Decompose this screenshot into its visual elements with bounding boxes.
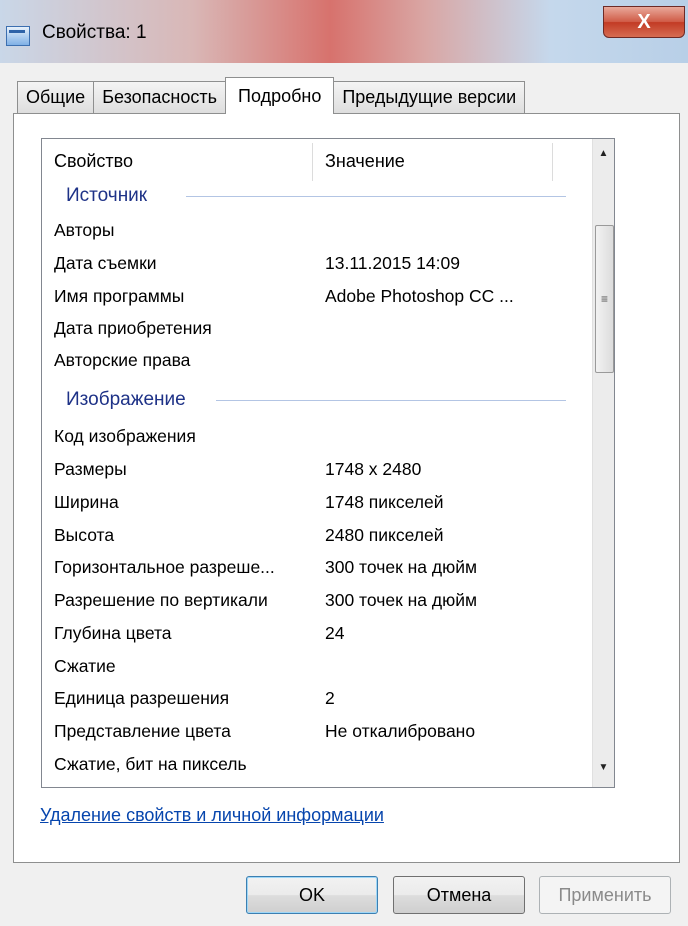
group-separator	[186, 196, 566, 197]
property-name: Высота	[54, 524, 115, 545]
column-header-value[interactable]: Значение	[325, 139, 525, 184]
list-item[interactable]: Авторы	[54, 214, 574, 246]
group-header-image: Изображение	[66, 389, 186, 410]
list-item[interactable]: Глубина цвета 24	[54, 617, 574, 649]
list-item[interactable]: Разрешение по вертикали 300 точек на дюйм	[54, 584, 574, 616]
group-separator	[216, 400, 566, 401]
property-value: 300 точек на дюйм	[325, 589, 477, 610]
tab-general[interactable]: Общие	[17, 81, 95, 113]
property-name: Единица разрешения	[54, 687, 230, 708]
scroll-up-arrow-icon[interactable]: ▲	[593, 139, 614, 167]
window-icon	[6, 26, 30, 46]
vertical-scrollbar[interactable]: ▲ ≡ ▼	[592, 139, 614, 787]
ok-button[interactable]: OK	[246, 876, 378, 914]
property-value: Adobe Photoshop CC ...	[325, 285, 514, 306]
remove-properties-link[interactable]: Удаление свойств и личной информации	[40, 805, 384, 826]
list-item[interactable]: Единица разрешения 2	[54, 682, 574, 714]
property-name: Сжатие	[54, 655, 116, 676]
property-name: Код изображения	[54, 425, 196, 446]
tab-strip: Общие Безопасность Подробно Предыдущие в…	[17, 77, 526, 114]
close-icon: X	[637, 10, 651, 33]
close-button[interactable]: X	[603, 6, 685, 38]
list-item[interactable]: Горизонтальное разреше... 300 точек на дю…	[54, 551, 574, 583]
list-item[interactable]: Авторские права	[54, 344, 574, 376]
property-value: 300 точек на дюйм	[325, 556, 477, 577]
property-name: Имя программы	[54, 285, 185, 306]
property-value: Не откалибровано	[325, 720, 476, 741]
list-header: Свойство Значение	[42, 139, 554, 184]
tab-previous-versions[interactable]: Предыдущие версии	[333, 81, 526, 113]
tab-security[interactable]: Безопасность	[93, 81, 227, 113]
property-value: 2480 пикселей	[325, 524, 444, 545]
property-value: 1748 x 2480	[325, 458, 422, 479]
property-name: Разрешение по вертикали	[54, 589, 268, 610]
property-name: Ширина	[54, 491, 119, 512]
list-item[interactable]: Сжатие, бит на пиксель	[54, 748, 574, 780]
group-header-source: Источник	[66, 185, 148, 206]
column-header-property[interactable]: Свойство	[54, 139, 304, 184]
property-name: Дата приобретения	[54, 317, 212, 338]
tab-details[interactable]: Подробно	[225, 77, 335, 114]
column-divider[interactable]	[552, 143, 553, 181]
list-item[interactable]: Высота 2480 пикселей	[54, 519, 574, 551]
cancel-button[interactable]: Отмена	[393, 876, 525, 914]
list-item[interactable]: Имя программы Adobe Photoshop CC ...	[54, 280, 574, 312]
list-item[interactable]: Код изображения	[54, 420, 574, 452]
property-name: Сжатие, бит на пиксель	[54, 753, 247, 774]
property-name: Дата съемки	[54, 252, 157, 273]
property-name: Горизонтальное разреше...	[54, 556, 275, 577]
property-value: 2	[325, 687, 335, 708]
window-title: Свойства: 1	[42, 22, 147, 43]
column-divider[interactable]	[312, 143, 313, 181]
scroll-thumb[interactable]: ≡	[595, 225, 614, 373]
list-item[interactable]: Дата съемки 13.11.2015 14:09	[54, 247, 574, 279]
scroll-down-arrow-icon[interactable]: ▼	[593, 753, 614, 781]
list-item[interactable]: Сжатие	[54, 650, 574, 682]
properties-list[interactable]: Свойство Значение Источник Авторы Дата с…	[41, 138, 615, 788]
property-name: Представление цвета	[54, 720, 231, 741]
property-name: Размеры	[54, 458, 127, 479]
apply-button[interactable]: Применить	[539, 876, 671, 914]
property-name: Глубина цвета	[54, 622, 172, 643]
property-name: Авторы	[54, 219, 115, 240]
property-value: 13.11.2015 14:09	[325, 252, 460, 273]
grip-icon: ≡	[600, 292, 608, 306]
title-bar[interactable]: Свойства: 1	[0, 0, 688, 63]
property-value: 1748 пикселей	[325, 491, 444, 512]
list-item[interactable]: Ширина 1748 пикселей	[54, 486, 574, 518]
list-item[interactable]: Представление цвета Не откалибровано	[54, 715, 574, 747]
list-item[interactable]: Дата приобретения	[54, 312, 574, 344]
list-item[interactable]: Размеры 1748 x 2480	[54, 453, 574, 485]
property-value: 24	[325, 622, 345, 643]
property-name: Авторские права	[54, 349, 191, 370]
